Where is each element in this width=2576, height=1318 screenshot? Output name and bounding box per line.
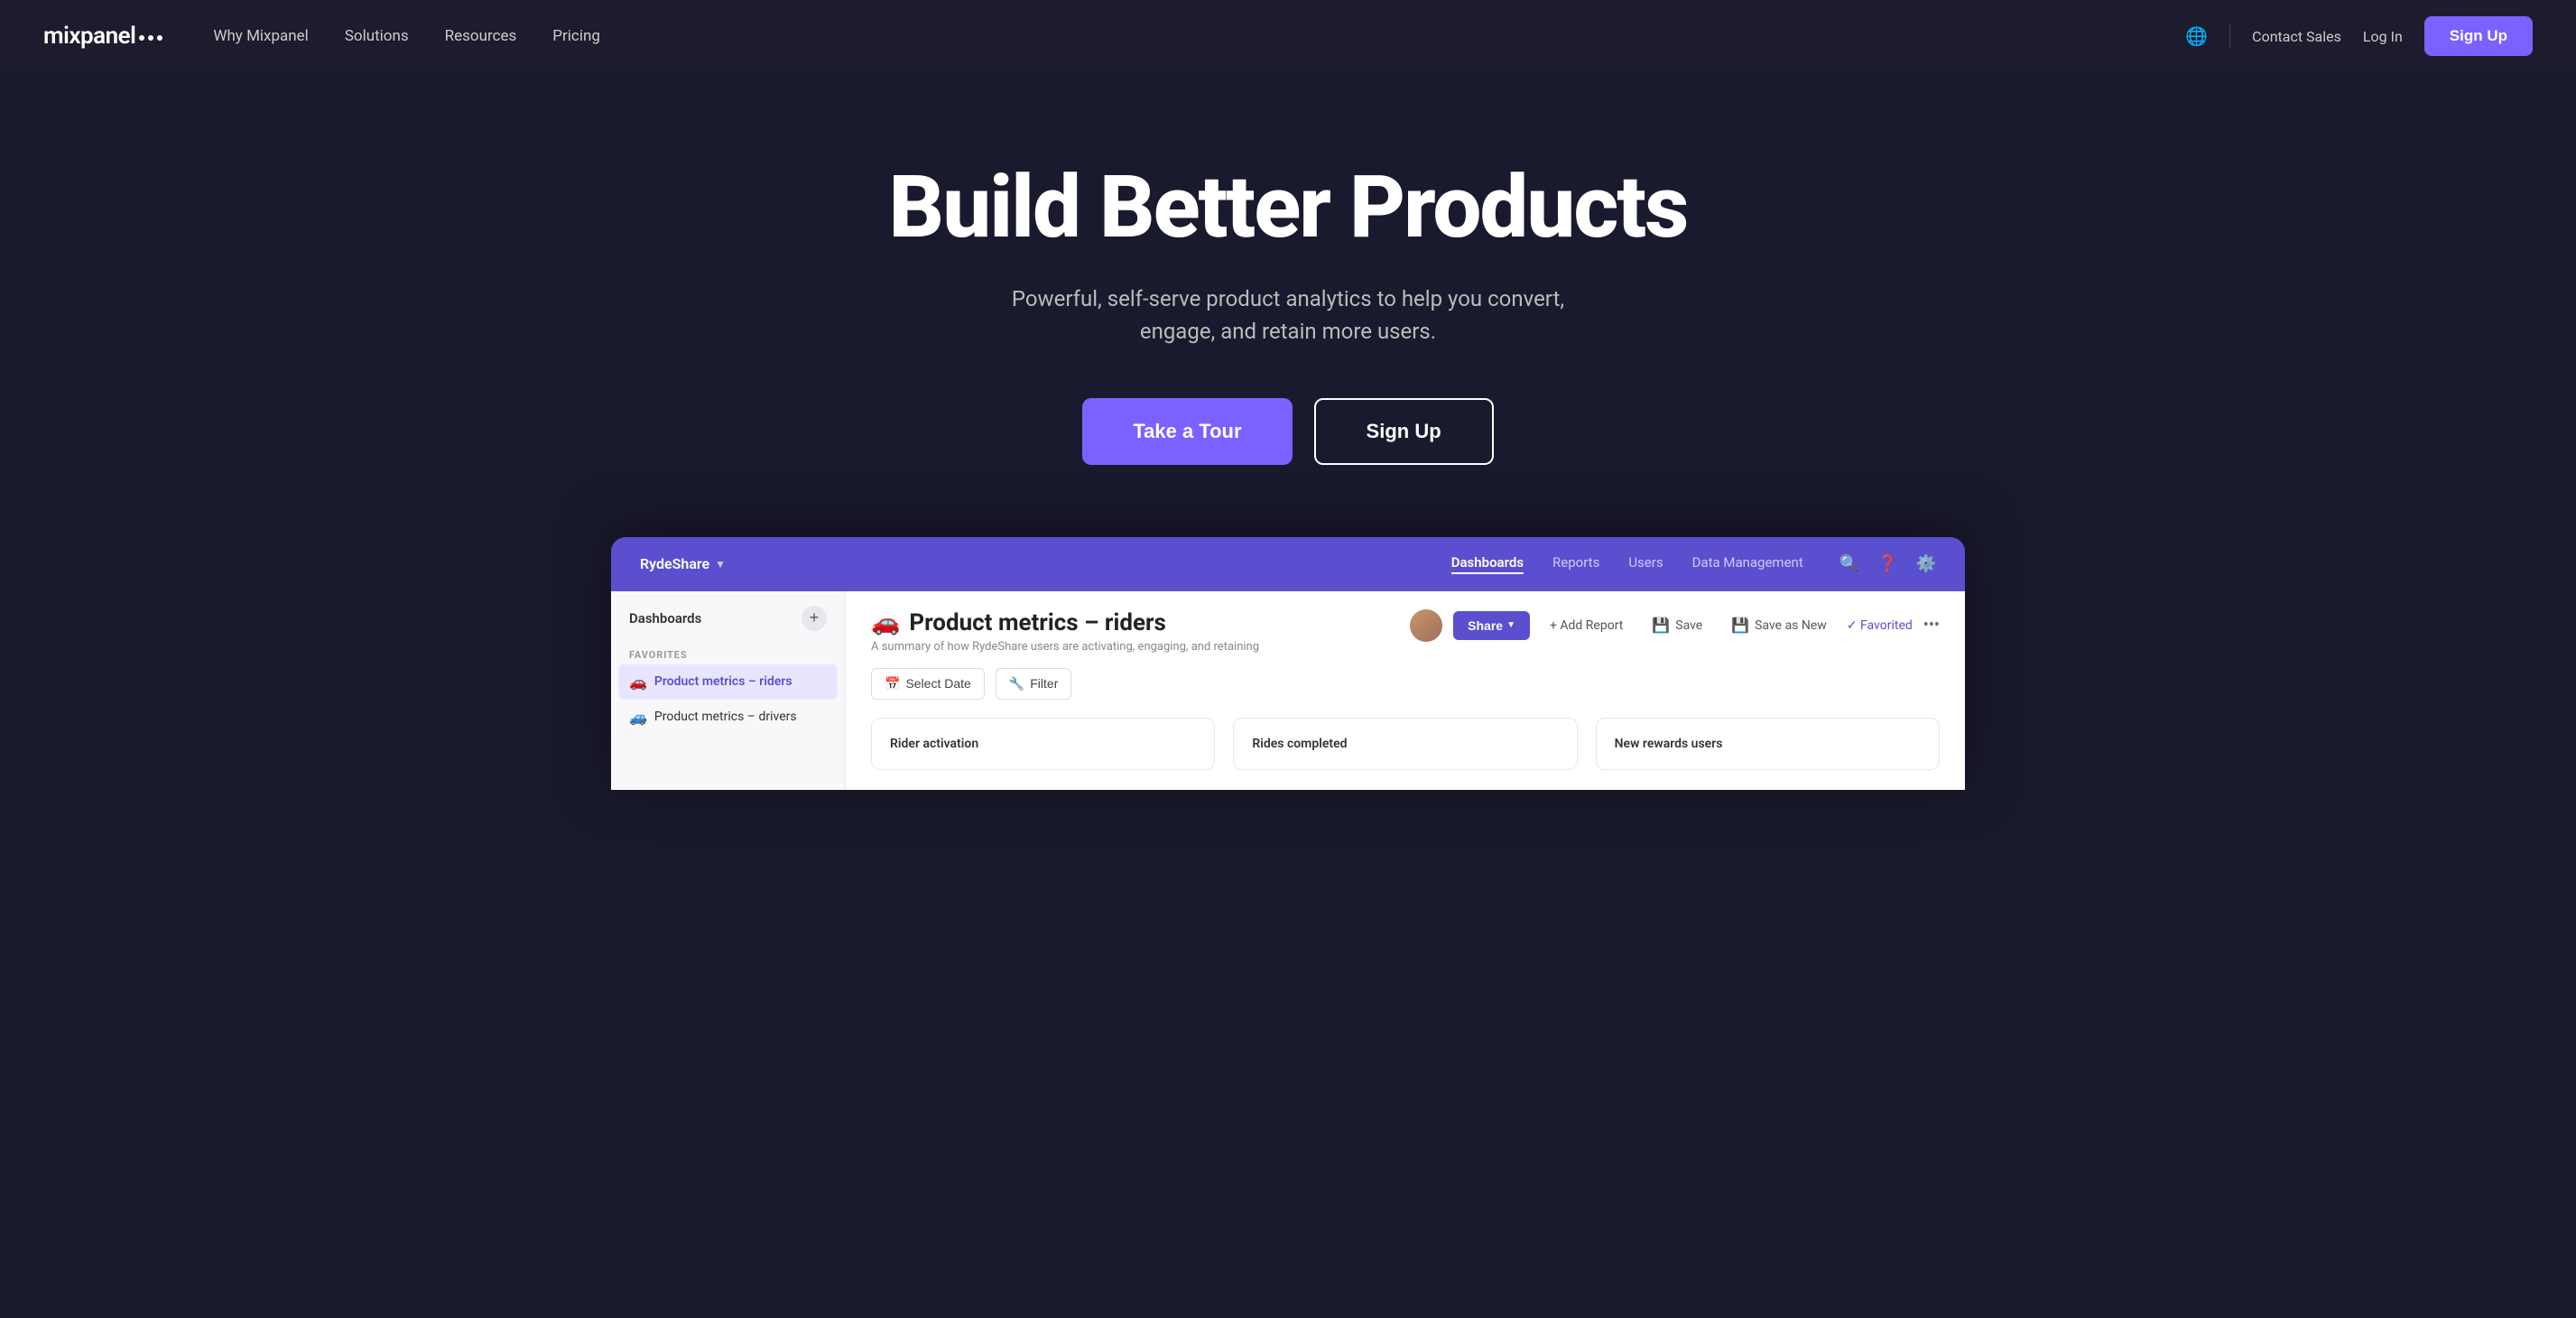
filter-label: Filter xyxy=(1030,676,1058,691)
select-date-label: Select Date xyxy=(905,676,970,691)
sidebar-favorites-label: FAVORITES xyxy=(611,642,845,664)
share-chevron-icon: ▼ xyxy=(1506,620,1515,630)
tab-reports[interactable]: Reports xyxy=(1552,554,1599,574)
log-in-link[interactable]: Log In xyxy=(2363,28,2403,45)
dashboard-subtitle: A summary of how RydeShare users are act… xyxy=(871,640,1410,654)
add-report-button[interactable]: + Add Report xyxy=(1541,613,1632,638)
logo-dot-2 xyxy=(148,35,153,41)
hero-title: Build Better Products xyxy=(36,162,2540,254)
logo-dots xyxy=(139,35,162,41)
dashboard-filters: 📅 Select Date 🔧 Filter xyxy=(871,668,1940,700)
dashboard-title-area: 🚗 Product metrics – riders A summary of … xyxy=(871,609,1410,654)
nav-resources[interactable]: Resources xyxy=(445,27,517,45)
metric-card-rides-completed-title: Rides completed xyxy=(1252,737,1558,751)
nav-why-mixpanel[interactable]: Why Mixpanel xyxy=(213,27,308,45)
contact-sales-link[interactable]: Contact Sales xyxy=(2252,28,2341,45)
nav-divider xyxy=(2229,23,2230,49)
metric-card-new-rewards-users: New rewards users xyxy=(1596,718,1940,770)
nav-signup-button[interactable]: Sign Up xyxy=(2424,16,2533,56)
logo-text: mixpanel xyxy=(43,23,135,50)
hero-buttons: Take a Tour Sign Up xyxy=(36,398,2540,465)
dashboard-actions: Share ▼ + Add Report 💾 Save 💾 Save a xyxy=(1410,609,1940,642)
metric-card-rider-activation-title: Rider activation xyxy=(890,737,1196,751)
add-report-label: + Add Report xyxy=(1550,618,1623,633)
sidebar-title: Dashboards xyxy=(629,610,701,627)
metric-card-new-rewards-users-title: New rewards users xyxy=(1615,737,1921,751)
main-content: 🚗 Product metrics – riders A summary of … xyxy=(846,591,1965,790)
dashboard-metric-cards: Rider activation Rides completed New rew… xyxy=(871,718,1940,770)
sidebar-header: Dashboards + xyxy=(611,606,845,642)
hero-signup-button[interactable]: Sign Up xyxy=(1314,398,1494,465)
dashboard-title: 🚗 Product metrics – riders xyxy=(871,609,1410,636)
logo-dot-3 xyxy=(157,35,162,41)
riders-icon: 🚗 xyxy=(629,673,647,691)
favorited-label: ✓ Favorited xyxy=(1847,618,1913,633)
sidebar-add-button[interactable]: + xyxy=(802,606,827,631)
save-icon: 💾 xyxy=(1652,617,1670,634)
hero-section: Build Better Products Powerful, self-ser… xyxy=(0,72,2576,537)
dashboard-title-text: Product metrics – riders xyxy=(909,609,1166,636)
save-as-new-icon: 💾 xyxy=(1731,617,1749,634)
dashboard-window: RydeShare ▼ Dashboards Reports Users Dat… xyxy=(611,537,1965,790)
filter-icon: 🔧 xyxy=(1009,676,1024,691)
dashboard-title-icon: 🚗 xyxy=(871,609,900,636)
dashboard-preview: RydeShare ▼ Dashboards Reports Users Dat… xyxy=(0,537,2576,790)
sidebar-item-riders-label: Product metrics – riders xyxy=(654,674,792,689)
save-as-new-label: Save as New xyxy=(1755,618,1827,633)
nav-pricing[interactable]: Pricing xyxy=(552,27,600,45)
metric-card-rider-activation: Rider activation xyxy=(871,718,1215,770)
sidebar-item-riders[interactable]: 🚗 Product metrics – riders xyxy=(618,664,838,700)
sidebar-item-drivers-label: Product metrics – drivers xyxy=(654,710,797,724)
take-a-tour-button[interactable]: Take a Tour xyxy=(1082,398,1292,465)
search-icon[interactable]: 🔍 xyxy=(1839,554,1859,573)
org-selector[interactable]: RydeShare ▼ xyxy=(640,555,726,572)
topbar-icons: 🔍 ❓ ⚙️ xyxy=(1839,554,1936,573)
save-as-new-button[interactable]: 💾 Save as New xyxy=(1722,611,1836,639)
select-date-button[interactable]: 📅 Select Date xyxy=(871,668,985,700)
sidebar: Dashboards + FAVORITES 🚗 Product metrics… xyxy=(611,591,846,790)
tab-users[interactable]: Users xyxy=(1628,554,1663,574)
org-name: RydeShare xyxy=(640,555,709,572)
help-icon[interactable]: ❓ xyxy=(1877,554,1897,573)
sidebar-item-drivers[interactable]: 🚙 Product metrics – drivers xyxy=(611,700,845,735)
save-label: Save xyxy=(1675,618,1702,633)
main-nav: mixpanel Why Mixpanel Solutions Resource… xyxy=(0,0,2576,72)
share-label: Share xyxy=(1468,618,1503,633)
more-options-button[interactable]: ••• xyxy=(1923,616,1940,635)
settings-icon[interactable]: ⚙️ xyxy=(1916,554,1936,573)
nav-links: Why Mixpanel Solutions Resources Pricing xyxy=(213,27,2185,45)
app-topbar: RydeShare ▼ Dashboards Reports Users Dat… xyxy=(611,537,1965,591)
logo[interactable]: mixpanel xyxy=(43,23,162,50)
logo-dot-1 xyxy=(139,35,144,41)
app-nav-tabs: Dashboards Reports Users Data Management xyxy=(1451,554,1803,574)
metric-card-rides-completed: Rides completed xyxy=(1233,718,1577,770)
hero-subtitle: Powerful, self-serve product analytics t… xyxy=(972,283,1604,348)
nav-right: 🌐 Contact Sales Log In Sign Up xyxy=(2185,16,2533,56)
avatar-image xyxy=(1410,609,1442,642)
tab-data-management[interactable]: Data Management xyxy=(1692,554,1803,574)
tab-dashboards[interactable]: Dashboards xyxy=(1451,554,1524,574)
favorited-button[interactable]: ✓ Favorited xyxy=(1847,618,1913,633)
dashboard-header: 🚗 Product metrics – riders A summary of … xyxy=(871,609,1940,654)
filter-button[interactable]: 🔧 Filter xyxy=(996,668,1072,700)
calendar-icon: 📅 xyxy=(885,676,900,691)
app-content: Dashboards + FAVORITES 🚗 Product metrics… xyxy=(611,591,1965,790)
save-button[interactable]: 💾 Save xyxy=(1643,611,1711,639)
share-button[interactable]: Share ▼ xyxy=(1453,611,1530,640)
nav-solutions[interactable]: Solutions xyxy=(345,27,409,45)
globe-icon[interactable]: 🌐 xyxy=(2185,25,2208,47)
drivers-icon: 🚙 xyxy=(629,709,647,726)
org-chevron-icon: ▼ xyxy=(715,558,726,571)
avatar xyxy=(1410,609,1442,642)
